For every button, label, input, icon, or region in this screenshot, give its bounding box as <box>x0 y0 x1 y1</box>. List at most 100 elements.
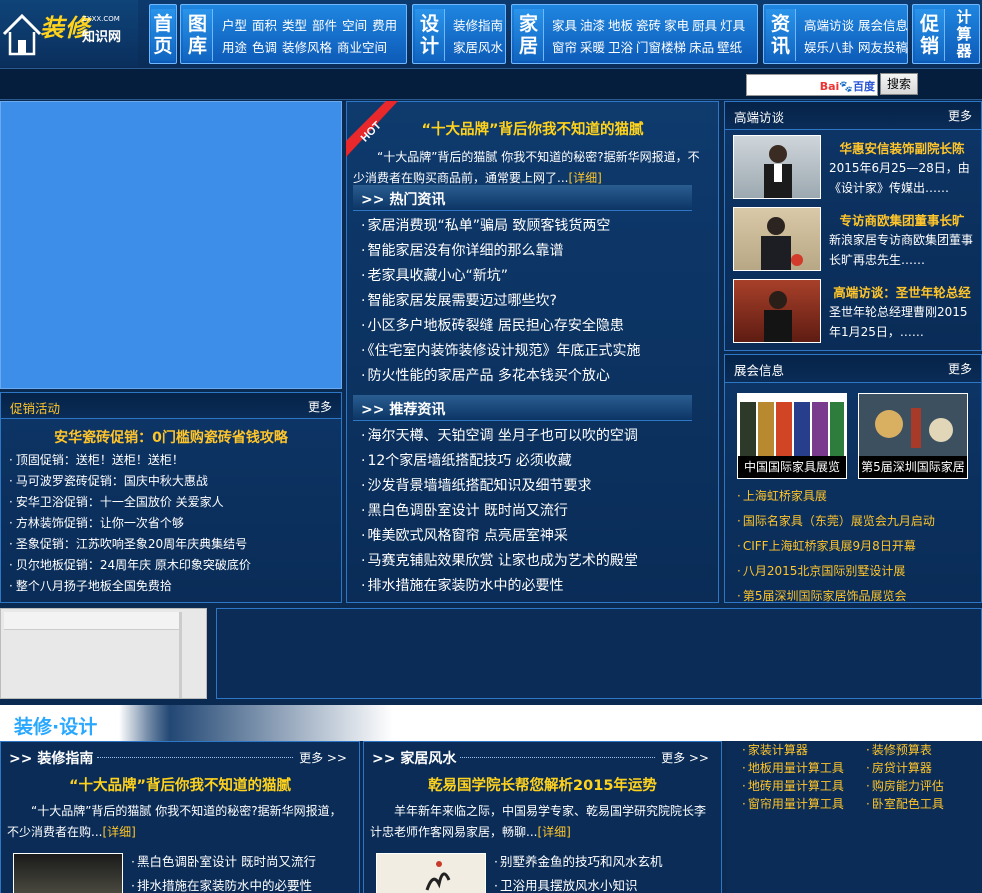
tool-link[interactable]: 购房能力评估 <box>866 777 944 795</box>
grey-ad-scrollbar[interactable] <box>179 612 182 698</box>
expo-more-link[interactable]: 更多 <box>948 360 972 377</box>
fengshui-lead-title[interactable]: 乾易国学院长帮您解析2015年运势 <box>364 774 721 795</box>
hot-news-item[interactable]: 家居消费现“私单”骗局 致顾客钱货两空 <box>361 215 640 240</box>
promo-list-item[interactable]: 贝尔地板促销：24周年庆 原木印象突破底价 <box>9 556 251 577</box>
nav-link[interactable]: 家电 <box>664 18 689 33</box>
expo-list-item[interactable]: 八月2015北京国际别墅设计展 <box>737 562 935 587</box>
nav-home[interactable]: 首页 <box>149 4 177 64</box>
nav-home-living-title[interactable]: 家居 <box>514 9 544 61</box>
interview-title[interactable]: 华惠安信装饰副院长陈 <box>827 138 977 157</box>
hot-news-item[interactable]: 小区多户地板砖裂缝 居民担心存安全隐患 <box>361 315 640 340</box>
promo-headline[interactable]: 安华瓷砖促销：0门槛购瓷砖省钱攻略 <box>1 427 341 447</box>
guide-lead-title[interactable]: “十大品牌”背后你我不知道的猫腻 <box>1 774 359 795</box>
tool-link[interactable]: 家装计算器 <box>742 741 844 759</box>
interview-title[interactable]: 高端访谈：圣世年轮总经 <box>827 282 977 301</box>
nav-link[interactable]: 瓷砖 <box>636 18 661 33</box>
tool-link[interactable]: 房贷计算器 <box>866 759 944 777</box>
nav-link[interactable]: 商业空间 <box>337 40 387 55</box>
site-logo[interactable]: 装修 ZXXX.COM 知识网 <box>0 0 138 66</box>
nav-link[interactable]: 装修风格 <box>282 40 332 55</box>
promo-list-item[interactable]: 顶固促销：送柜！送柜！送柜！ <box>9 451 251 472</box>
left-banner-ad[interactable] <box>0 101 342 389</box>
center-lead-title[interactable]: “十大品牌”背后你我不知道的猫腻 <box>347 118 718 139</box>
tool-link[interactable]: 窗帘用量计算工具 <box>742 795 844 813</box>
recommended-news-item[interactable]: 沙发背景墙墙纸搭配知识及细节要求 <box>361 475 638 500</box>
recommended-news-item[interactable]: 12个家居墙纸搭配技巧 必须收藏 <box>361 450 638 475</box>
fengshui-thumb[interactable] <box>376 853 486 893</box>
fengshui-list-item[interactable]: 卫浴用具摆放风水小知识 <box>494 875 663 893</box>
nav-link[interactable]: 家具 <box>552 18 577 33</box>
nav-link[interactable]: 部件 <box>312 18 337 33</box>
interview-item[interactable]: 专访商欧集团董事长旷 新浪家居专访商欧集团董事长旷再忠先生…… <box>733 207 977 273</box>
tool-link[interactable]: 地砖用量计算工具 <box>742 777 844 795</box>
tool-link[interactable]: 卧室配色工具 <box>866 795 944 813</box>
interview-item[interactable]: 高端访谈：圣世年轮总经 圣世年轮总经理曹刚2015年1月25日，…… <box>733 279 977 345</box>
nav-link[interactable]: 采暖 <box>580 40 605 55</box>
nav-gallery-title[interactable]: 图库 <box>183 9 213 61</box>
promo-more-link[interactable]: 更多 <box>308 398 332 415</box>
nav-link[interactable]: 空间 <box>342 18 367 33</box>
nav-link-gossip[interactable]: 娱乐八卦 <box>804 37 854 56</box>
promo-list-item[interactable]: 马可波罗瓷砖促销：国庆中秋大惠战 <box>9 472 251 493</box>
nav-link[interactable]: 窗帘 <box>552 40 577 55</box>
nav-link[interactable]: 门窗楼梯 <box>636 40 686 55</box>
recommended-news-item[interactable]: 马赛克铺贴效果欣赏 让家也成为艺术的殿堂 <box>361 550 637 575</box>
expo-list-item[interactable]: 国际名家具（东莞）展览会九月启动 <box>737 512 935 537</box>
guide-list-item[interactable]: 黑白色调卧室设计 既时尚又流行 <box>131 851 316 875</box>
grey-ad-placeholder[interactable] <box>0 608 207 699</box>
center-lead-more[interactable]: [详细] <box>568 171 601 185</box>
hot-news-item[interactable]: 智能家居没有你详细的那么靠谱 <box>361 240 640 265</box>
promo-list-item[interactable]: 整个八月扬子地板全国免费拾 <box>9 577 251 598</box>
nav-link[interactable]: 类型 <box>282 18 307 33</box>
guide-lead-more[interactable]: [详细] <box>102 825 135 839</box>
nav-link-guide[interactable]: 装修指南 <box>453 15 503 34</box>
expo-list-item[interactable]: 上海虹桥家具展 <box>737 487 935 512</box>
nav-link-fengshui[interactable]: 家居风水 <box>453 37 503 56</box>
recommended-news-item[interactable]: 唯美欧式风格窗帘 点亮居室神采 <box>361 525 638 550</box>
recommended-news-item[interactable]: 黑白色调卧室设计 既时尚又流行 <box>361 500 638 525</box>
wide-banner-ad[interactable] <box>216 608 982 699</box>
nav-link[interactable]: 灯具 <box>720 18 745 33</box>
expo-thumb[interactable]: 第5届深圳国际家居 <box>858 393 968 479</box>
nav-link[interactable]: 面积 <box>252 18 277 33</box>
guide-more-link[interactable]: 更多 >> <box>299 749 347 766</box>
nav-calculator[interactable]: 计算器 <box>951 9 977 60</box>
nav-link-interviews[interactable]: 高端访谈 <box>804 15 854 34</box>
interview-title[interactable]: 专访商欧集团董事长旷 <box>827 210 977 229</box>
fengshui-more-link[interactable]: 更多 >> <box>661 749 709 766</box>
recommended-news-item[interactable]: 排水措施在家装防水中的必要性 <box>361 575 638 600</box>
nav-link[interactable]: 卫浴 <box>608 40 633 55</box>
guide-thumb[interactable] <box>13 853 123 893</box>
nav-link[interactable]: 地板 <box>608 18 633 33</box>
nav-design-title[interactable]: 设计 <box>415 9 445 61</box>
search-button[interactable]: 搜索 <box>880 73 918 95</box>
promo-list-item[interactable]: 圣象促销：江苏吹响圣象20周年庆典集结号 <box>9 535 251 556</box>
guide-list-item[interactable]: 排水措施在家装防水中的必要性 <box>131 875 316 893</box>
tool-link[interactable]: 装修预算表 <box>866 741 944 759</box>
nav-link[interactable]: 壁纸 <box>717 40 742 55</box>
nav-link[interactable]: 油漆 <box>580 18 605 33</box>
nav-link[interactable]: 费用 <box>372 18 397 33</box>
interview-more-link[interactable]: 更多 <box>948 107 972 124</box>
nav-news-title[interactable]: 资讯 <box>766 9 796 61</box>
fengshui-lead-more[interactable]: [详细] <box>537 825 570 839</box>
expo-thumb[interactable]: 中国国际家具展览 <box>737 393 847 479</box>
tool-link[interactable]: 地板用量计算工具 <box>742 759 844 777</box>
nav-link[interactable]: 床品 <box>689 40 714 55</box>
search-input[interactable]: Bai🐾百度 <box>746 74 878 96</box>
recommended-news-item[interactable]: 海尔天樽、天铂空调 坐月子也可以吹的空调 <box>361 425 637 450</box>
fengshui-list-item[interactable]: 别墅养金鱼的技巧和风水玄机 <box>494 851 663 875</box>
nav-link[interactable]: 用途 <box>222 40 247 55</box>
interview-item[interactable]: 华惠安信装饰副院长陈 2015年6月25—28日，由《设计家》传媒出…… <box>733 135 977 201</box>
hot-news-item[interactable]: 防火性能的家居产品 多花本钱买个放心 <box>361 365 640 390</box>
nav-link[interactable]: 厨具 <box>692 18 717 33</box>
expo-list-item[interactable]: CIFF上海虹桥家具展9月8日开幕 <box>737 537 935 562</box>
hot-news-item[interactable]: 老家具收藏小心“新坑” <box>361 265 640 290</box>
nav-home-label[interactable]: 首页 <box>151 9 175 61</box>
hot-news-item[interactable]: 《住宅室内装饰装修设计规范》年底正式实施 <box>361 340 640 365</box>
nav-link[interactable]: 户型 <box>222 18 247 33</box>
nav-link[interactable]: 色调 <box>252 40 277 55</box>
promo-list-item[interactable]: 方林装饰促销：让你一次省个够 <box>9 514 251 535</box>
nav-promo[interactable]: 促销 <box>915 9 945 61</box>
hot-news-item[interactable]: 智能家居发展需要迈过哪些坎? <box>361 290 640 315</box>
